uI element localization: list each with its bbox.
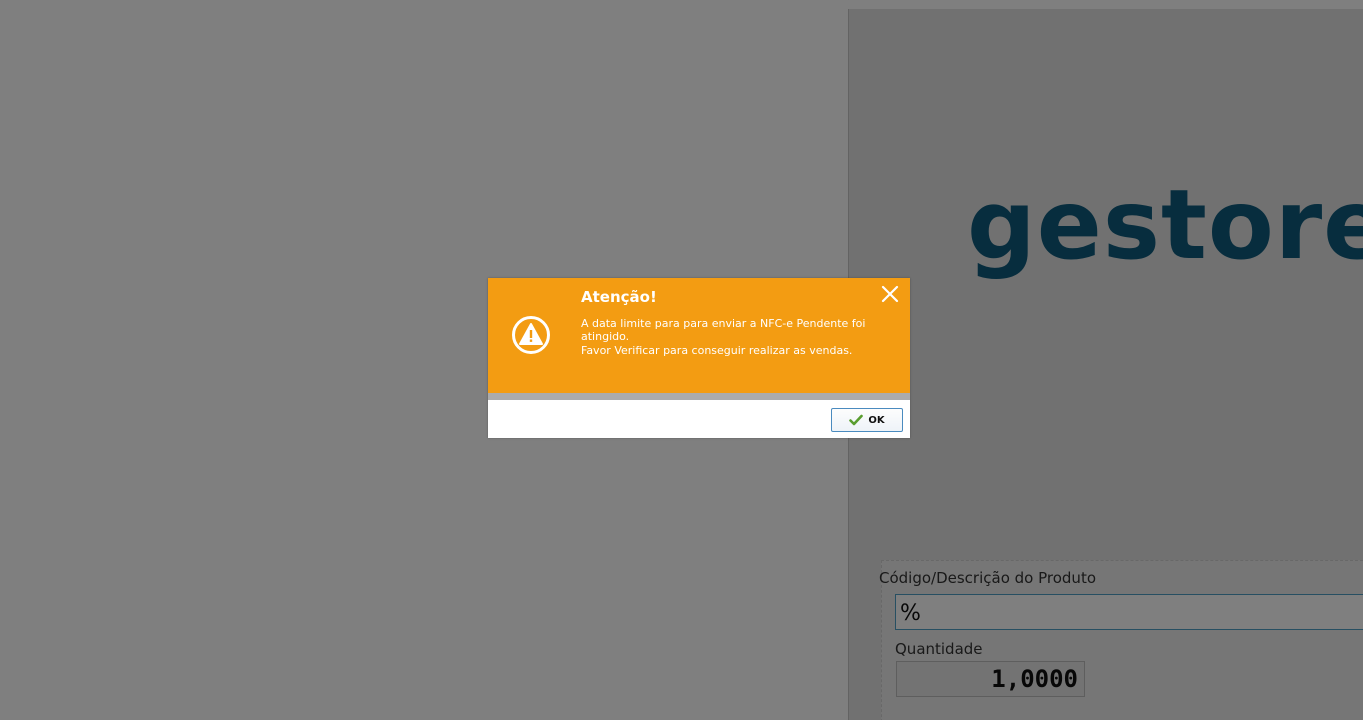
app-window: gestore Código/Descrição do Produto Quan… <box>0 0 1363 720</box>
alert-dialog: Atenção! A data limite para para enviar … <box>488 278 910 438</box>
check-icon <box>849 414 864 426</box>
dialog-header: Atenção! A data limite para para enviar … <box>488 278 910 393</box>
dialog-message-line: A data limite para para enviar a NFC-e P… <box>581 317 866 330</box>
warning-triangle-icon <box>512 316 550 354</box>
dialog-footer: OK <box>488 400 910 438</box>
dialog-title: Atenção! <box>581 288 657 306</box>
dialog-message-line: Favor Verificar para conseguir realizar … <box>581 344 853 357</box>
dialog-message-line: atingido. <box>581 330 630 343</box>
ok-button[interactable]: OK <box>831 408 903 432</box>
ok-button-label: OK <box>868 414 885 426</box>
close-icon[interactable] <box>878 282 902 306</box>
dialog-divider <box>488 393 910 400</box>
